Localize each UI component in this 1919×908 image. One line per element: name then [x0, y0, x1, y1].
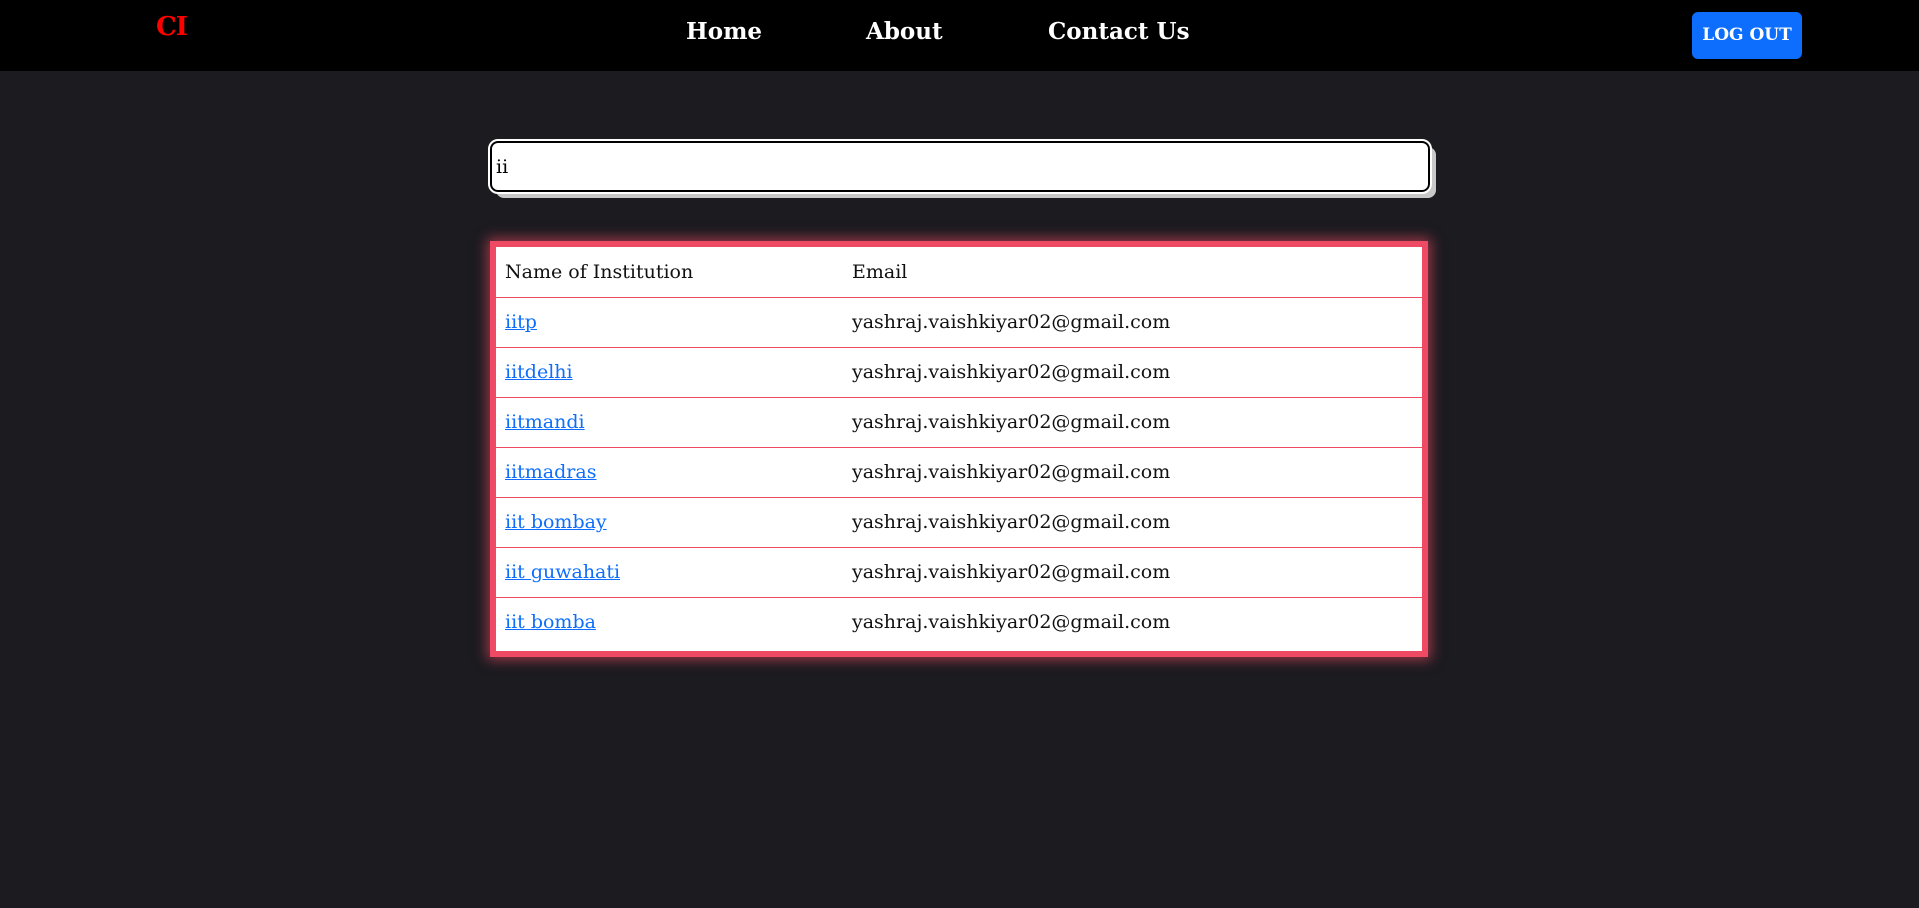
nav-link-home[interactable]: Home — [686, 18, 762, 45]
institution-link[interactable]: iitdelhi — [505, 361, 573, 383]
header-email: Email — [843, 247, 1422, 298]
institution-cell: iit bombay — [496, 497, 843, 548]
table-header-row: Name of Institution Email — [496, 247, 1422, 298]
table-row: iitmandi yashraj.vaishkiyar02@gmail.com — [496, 397, 1422, 448]
institution-link[interactable]: iitmadras — [505, 461, 596, 483]
email-cell: yashraj.vaishkiyar02@gmail.com — [843, 397, 1422, 448]
email-cell: yashraj.vaishkiyar02@gmail.com — [843, 547, 1422, 598]
nav-links: Home About Contact Us — [0, 18, 1919, 52]
header-name-of-institution: Name of Institution — [496, 247, 843, 298]
table-row: iitdelhi yashraj.vaishkiyar02@gmail.com — [496, 347, 1422, 398]
logout-button[interactable]: LOG OUT — [1692, 12, 1802, 59]
institution-link[interactable]: iit bombay — [505, 511, 607, 533]
institutions-table-frame: Name of Institution Email iitp yashraj.v… — [490, 241, 1428, 657]
search-input[interactable] — [488, 139, 1432, 194]
table-row: iit bombay yashraj.vaishkiyar02@gmail.co… — [496, 497, 1422, 548]
institution-link[interactable]: iitp — [505, 311, 537, 333]
search-container — [488, 139, 1436, 198]
email-cell: yashraj.vaishkiyar02@gmail.com — [852, 611, 1171, 634]
institution-cell: iitmadras — [496, 447, 843, 498]
institution-cell: iit guwahati — [496, 547, 843, 598]
table-row: iitmadras yashraj.vaishkiyar02@gmail.com — [496, 447, 1422, 498]
email-cell: yashraj.vaishkiyar02@gmail.com — [843, 497, 1422, 548]
table-row: iit guwahati yashraj.vaishkiyar02@gmail.… — [496, 547, 1422, 598]
institution-link[interactable]: iit guwahati — [505, 561, 620, 583]
nav-link-contact-us[interactable]: Contact Us — [1048, 18, 1190, 45]
email-cell: yashraj.vaishkiyar02@gmail.com — [843, 347, 1422, 398]
email-cell: yashraj.vaishkiyar02@gmail.com — [843, 297, 1422, 348]
institution-link[interactable]: iitmandi — [505, 411, 585, 433]
nav-link-about[interactable]: About — [866, 18, 943, 45]
institutions-table: Name of Institution Email iitp yashraj.v… — [496, 247, 1422, 647]
institution-cell: iitp — [496, 297, 843, 348]
email-cell: yashraj.vaishkiyar02@gmail.com — [843, 447, 1422, 498]
institution-cell: iitdelhi — [496, 347, 843, 398]
navbar: CI Home About Contact Us LOG OUT — [0, 0, 1919, 71]
institution-cell: iitmandi — [496, 397, 843, 448]
institution-cell: iit bomba — [496, 597, 843, 647]
table-row: iit bomba yashraj.vaishkiyar02@gmail.com — [496, 597, 1422, 647]
table-row: iitp yashraj.vaishkiyar02@gmail.com — [496, 297, 1422, 348]
institution-link[interactable]: iit bomba — [505, 611, 596, 633]
